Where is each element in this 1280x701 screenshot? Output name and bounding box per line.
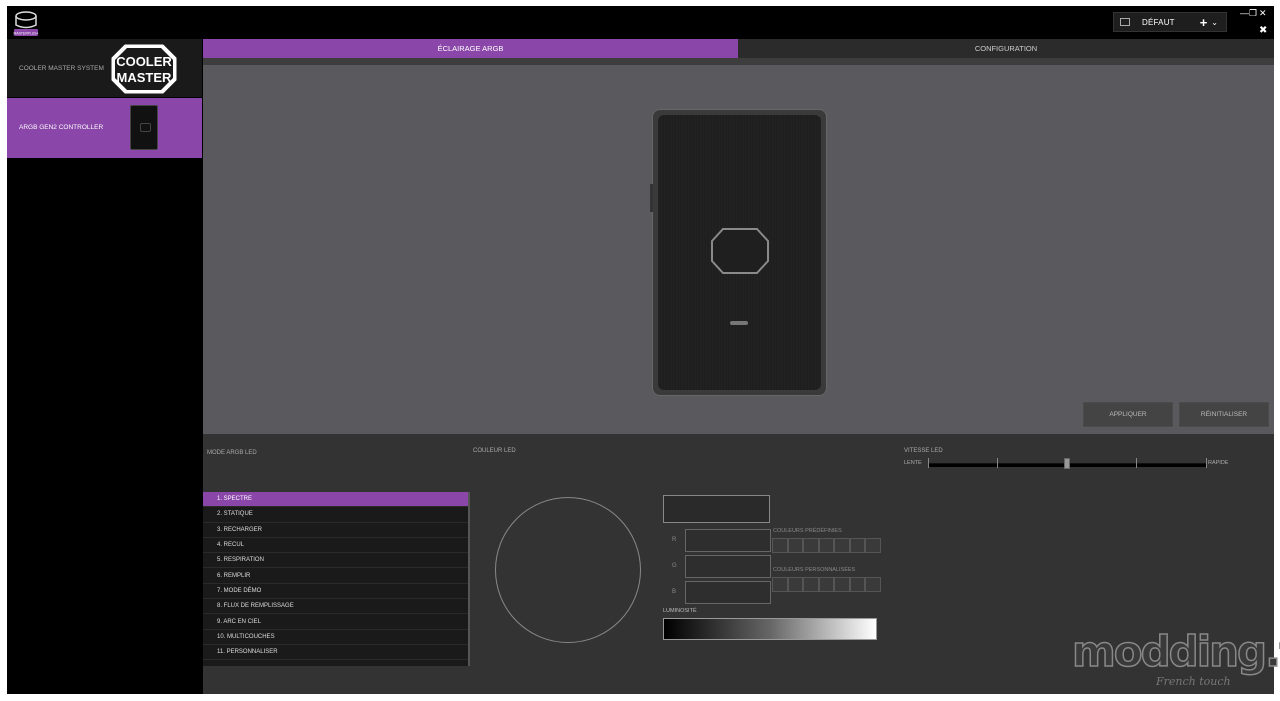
brightness-label: LUMINOSITÉ [663,608,697,614]
app-window: MASTERPLUS+ DÉFAUT + ⌄ — ❐ ✕ ✖ COOLER MA… [7,6,1274,694]
watermark: modding.fr French touch [1071,627,1280,691]
tab-argb-lighting[interactable]: ÉCLAIRAGE ARGB [203,39,738,58]
custom-swatch[interactable] [849,577,865,592]
custom-swatch[interactable] [818,577,834,592]
custom-colors-label: COULEURS PERSONNALISÉES [773,567,856,573]
controller-thumbnail [130,105,158,150]
window-controls: — ❐ ✕ ✖ [1240,8,1270,36]
minimize-button[interactable]: — [1240,8,1249,18]
brand-logo-line-2: MASTER [117,70,173,85]
mode-item[interactable]: 10. MULTICOUCHES [203,630,468,645]
custom-swatch[interactable] [865,577,881,592]
speed-tick [1205,458,1207,468]
mode-item[interactable]: 1. SPECTRE [203,492,468,508]
green-label: G [672,563,677,569]
preset-swatch[interactable] [787,538,803,553]
color-section-label: COULEUR LED [473,448,516,454]
preset-swatch[interactable] [865,538,881,553]
mode-item[interactable]: 11. PERSONNALISER [203,645,468,661]
preset-colors [772,538,881,553]
controller-emblem-icon [711,228,769,274]
profile-image-icon [1120,18,1130,26]
green-input-row: G [666,555,772,578]
custom-swatch[interactable] [787,577,803,592]
red-label: R [672,537,677,543]
app-logo-text: MASTERPLUS+ [14,32,39,36]
sidebar-system-label: COOLER MASTER SYSTEM [19,65,104,72]
cooler-master-logo-wordmark: COOLER MASTER [116,54,173,85]
chevron-down-icon[interactable]: ⌄ [1211,18,1218,27]
green-input[interactable] [685,555,771,578]
profile-selector[interactable]: DÉFAUT + ⌄ [1113,12,1227,32]
mode-item[interactable]: 6. REMPLIR [203,568,468,584]
speed-tick [1136,458,1137,468]
tab-strip [203,58,1274,65]
sidebar-item-system[interactable]: COOLER MASTER SYSTEM COOLER MASTER [7,39,202,97]
preset-swatch[interactable] [849,538,865,553]
masterplus-logo-icon[interactable]: MASTERPLUS+ [12,9,40,37]
close-panel-icon[interactable]: ✖ [1259,25,1267,36]
argb-controller-image [650,109,827,396]
blue-input-row: B [666,581,772,604]
custom-swatch[interactable] [772,577,788,592]
tab-bar: ÉCLAIRAGE ARGB CONFIGURATION [203,39,1274,58]
preset-colors-label: COULEURS PRÉDÉFINIES [773,528,842,534]
profile-name: DÉFAUT [1142,17,1175,27]
main-panel: ÉCLAIRAGE ARGB CONFIGURATION APPLIQUER R… [203,39,1274,694]
close-button[interactable]: ✕ [1259,8,1267,19]
custom-swatch[interactable] [834,577,850,592]
speed-section-label: VITESSE LED [904,448,943,454]
preset-swatch[interactable] [818,538,834,553]
preset-swatch[interactable] [803,538,819,553]
controller-led-slot [730,321,748,325]
blue-input[interactable] [685,581,771,604]
mode-list: 1. SPECTRE 2. STATIQUE 3. RECHARGER 4. RECU… [203,492,470,666]
sidebar-item-argb-controller[interactable]: ARGB GEN2 CONTROLLER [7,98,202,158]
mode-item[interactable]: 4. RECUL [203,538,468,554]
restore-button[interactable]: ❐ [1249,8,1257,19]
mode-item[interactable]: 9. ARC EN CIEL [203,614,468,630]
title-bar: MASTERPLUS+ DÉFAUT + ⌄ — ❐ ✕ ✖ [7,6,1274,39]
mode-section-label: MODE ARGB LED [207,450,257,456]
device-preview: APPLIQUER RÉINITIALISER [203,65,1274,434]
speed-fast-label: RAPIDE [1208,460,1229,466]
custom-colors [772,577,881,592]
mode-item[interactable]: 8. FLUX DE REMPLISSAGE [203,599,468,615]
red-input[interactable] [685,529,771,552]
red-input-row: R [666,529,772,552]
mode-item[interactable]: 7. MODE DÉMO [203,584,468,600]
color-wheel[interactable] [495,497,641,643]
mode-item[interactable]: 2. STATIQUE [203,507,468,523]
color-preview-box [663,495,770,523]
speed-slow-label: LENTE [904,460,922,466]
brand-logo-line-1: COOLER [116,54,172,69]
watermark-tagline: French touch [1156,675,1231,688]
sidebar-device-label: ARGB GEN2 CONTROLLER [19,124,104,131]
apply-button[interactable]: APPLIQUER [1083,402,1173,427]
preset-swatch[interactable] [834,538,850,553]
brightness-slider[interactable] [663,618,877,640]
speed-tick [997,458,998,468]
watermark-text: modding.fr [1071,627,1280,676]
reset-button[interactable]: RÉINITIALISER [1179,402,1269,427]
preset-swatch[interactable] [772,538,788,553]
mode-item[interactable]: 3. RECHARGER [203,523,468,538]
mode-item[interactable]: 5. RESPIRATION [203,553,468,569]
sidebar: COOLER MASTER SYSTEM COOLER MASTER ARGB … [7,39,202,694]
custom-swatch[interactable] [803,577,819,592]
blue-label: B [672,589,677,595]
speed-slider-handle[interactable] [1064,458,1070,469]
tab-configuration[interactable]: CONFIGURATION [738,39,1274,58]
add-profile-button[interactable]: + [1200,16,1208,29]
speed-tick [927,458,929,468]
